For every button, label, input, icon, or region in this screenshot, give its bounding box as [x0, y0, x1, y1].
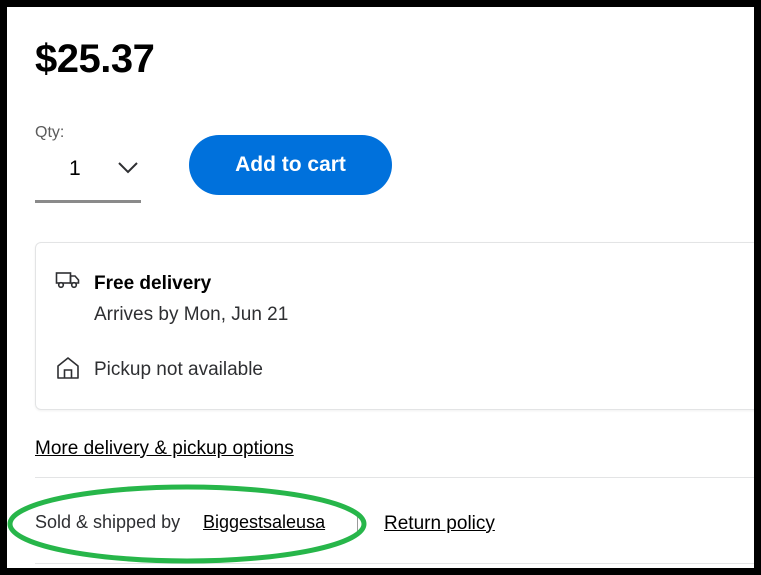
product-buy-box: $25.37 Qty: 1 Add to cart Free delivery …: [7, 7, 754, 568]
product-price: $25.37: [35, 37, 155, 81]
quantity-label: Qty:: [35, 124, 65, 141]
more-delivery-options-link[interactable]: More delivery & pickup options: [35, 438, 294, 460]
quantity-select[interactable]: 1: [35, 147, 141, 203]
pickup-status: Pickup not available: [94, 359, 263, 380]
fulfillment-card: Free delivery Arrives by Mon, Jun 21 Pic…: [35, 242, 754, 410]
truck-icon: [55, 270, 81, 295]
quantity-value: 1: [69, 157, 81, 180]
delivery-title: Free delivery: [94, 273, 212, 294]
sold-by-label: Sold & shipped by: [35, 512, 181, 532]
return-policy-link[interactable]: Return policy: [384, 513, 495, 535]
store-icon: [56, 356, 80, 385]
link-separator: [357, 513, 358, 535]
delivery-arrival-date: Arrives by Mon, Jun 21: [94, 304, 289, 325]
seller-name-link[interactable]: Biggestsaleusa: [203, 512, 325, 533]
divider: [35, 563, 754, 564]
add-to-cart-button[interactable]: Add to cart: [189, 135, 392, 195]
divider: [35, 477, 754, 478]
chevron-down-icon: [117, 161, 139, 180]
